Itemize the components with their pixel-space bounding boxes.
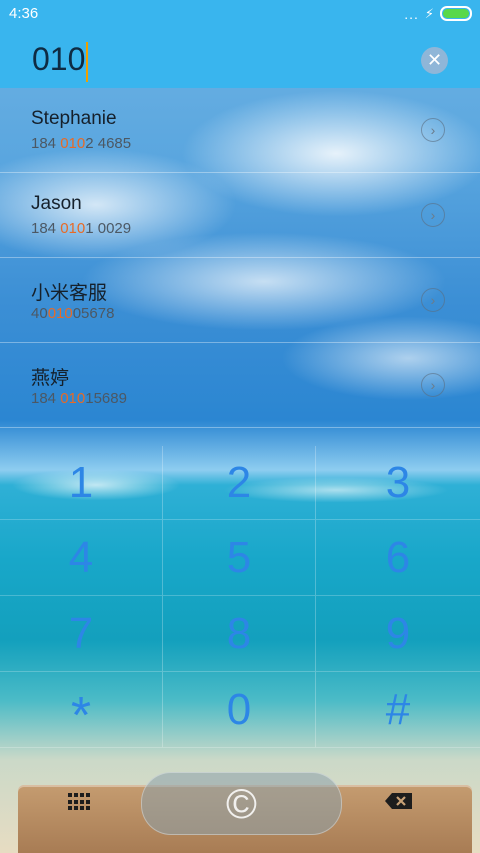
contact-row[interactable]: 小米客服 4001005678 ›	[0, 258, 480, 343]
dial-keypad: 1 2 3 4 5 6 7 8 9 * 0 #	[0, 446, 480, 748]
dialpad-icon[interactable]	[68, 793, 90, 811]
match-highlight: 010	[60, 220, 86, 237]
contact-name: 燕婷	[31, 368, 70, 389]
backspace-icon[interactable]	[384, 792, 414, 810]
contact-number: 184 0101 0029	[31, 220, 132, 237]
battery-icon	[440, 6, 472, 21]
key-7[interactable]: 7	[0, 596, 163, 672]
contact-row[interactable]: 燕婷 184 01015689 ›	[0, 343, 480, 428]
call-icon: ©	[226, 779, 257, 827]
text-caret	[86, 41, 89, 82]
contact-number: 184 0102 4685	[31, 135, 132, 152]
chevron-right-icon[interactable]: ›	[421, 203, 445, 227]
call-button[interactable]: ©	[141, 772, 342, 835]
more-notifications-icon: ...	[404, 5, 419, 22]
key-star[interactable]: *	[0, 672, 163, 748]
key-hash[interactable]: #	[316, 672, 480, 748]
chevron-right-icon[interactable]: ›	[421, 373, 445, 397]
contact-number: 184 01015689	[31, 390, 127, 407]
key-8[interactable]: 8	[163, 596, 316, 672]
dial-input[interactable]: 010	[32, 41, 89, 82]
contact-name: Jason	[31, 193, 82, 214]
contact-results-list: Stephanie 184 0102 4685 › Jason 184 0101…	[0, 88, 480, 428]
status-time: 4:36	[9, 5, 39, 22]
match-highlight: 010	[47, 305, 73, 322]
match-highlight: 010	[60, 135, 86, 152]
key-6[interactable]: 6	[316, 520, 480, 596]
key-5[interactable]: 5	[163, 520, 316, 596]
contact-row[interactable]: Jason 184 0101 0029 ›	[0, 173, 480, 258]
match-highlight: 010	[60, 390, 86, 407]
key-3[interactable]: 3	[316, 446, 480, 520]
key-2[interactable]: 2	[163, 446, 316, 520]
status-icons: ... ⚡	[404, 6, 472, 22]
key-4[interactable]: 4	[0, 520, 163, 596]
contact-name: Stephanie	[31, 108, 117, 129]
dial-input-value: 010	[32, 41, 86, 77]
chevron-right-icon[interactable]: ›	[421, 288, 445, 312]
key-1[interactable]: 1	[0, 446, 163, 520]
dial-search-header: 010 ✕	[0, 27, 480, 88]
contact-row[interactable]: Stephanie 184 0102 4685 ›	[0, 88, 480, 173]
charging-icon: ⚡	[424, 5, 434, 21]
chevron-right-icon[interactable]: ›	[421, 118, 445, 142]
close-icon[interactable]: ✕	[421, 47, 448, 74]
key-9[interactable]: 9	[316, 596, 480, 672]
status-bar: 4:36 ... ⚡	[0, 0, 480, 27]
key-0[interactable]: 0	[163, 672, 316, 748]
contact-name: 小米客服	[31, 283, 108, 304]
contact-number: 4001005678	[31, 305, 115, 322]
